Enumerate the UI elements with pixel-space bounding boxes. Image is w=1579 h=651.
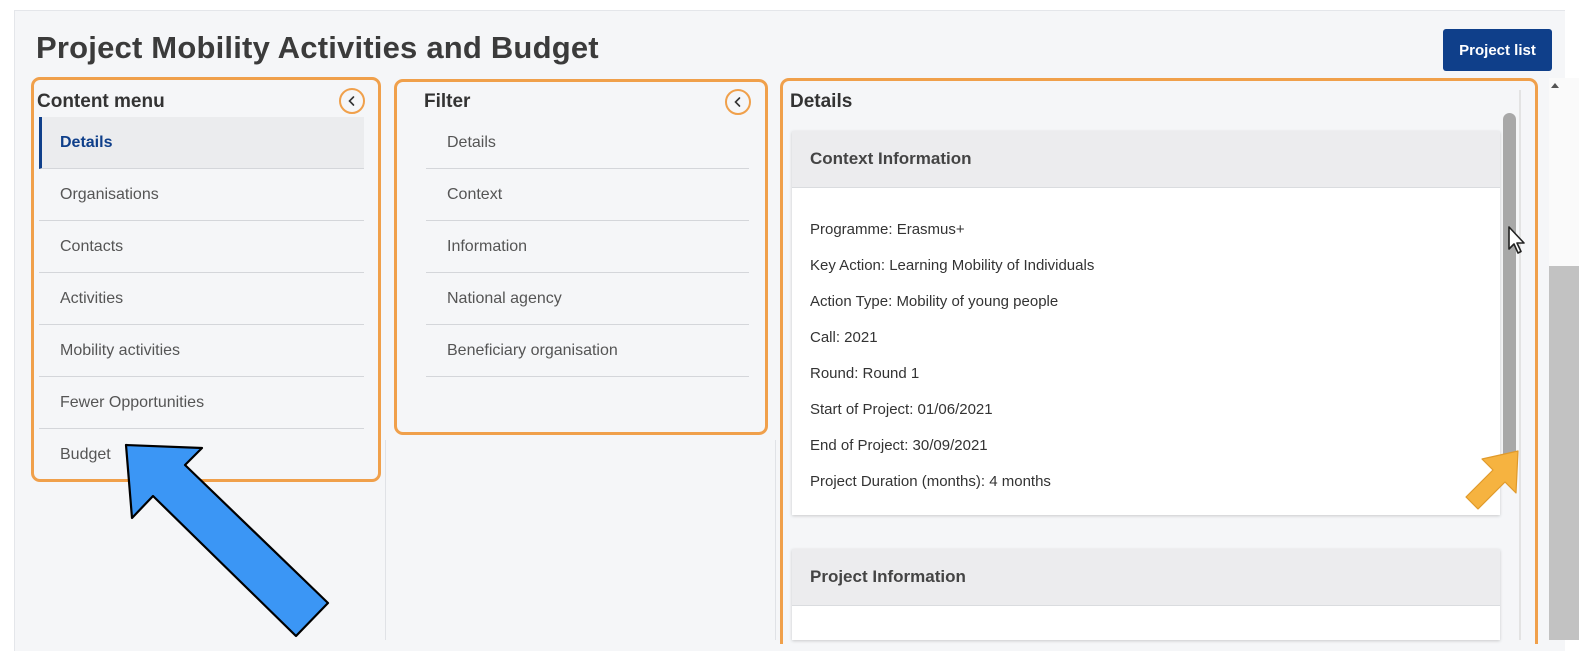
content-menu-collapse-button[interactable] [339,88,365,114]
menu-item-label: Fewer Opportunities [60,393,205,411]
info-call: Call: 2021 [810,329,878,346]
filter-collapse-button[interactable] [725,89,751,115]
info-end-of-project: End of Project: 30/09/2021 [810,437,988,454]
menu-item-label: Details [60,133,113,151]
info-programme: Programme: Erasmus+ [810,221,965,238]
info-action-type: Action Type: Mobility of young people [810,293,1059,310]
project-information-header: Project Information [792,549,1500,606]
project-information-card: Project Information [792,549,1500,640]
menu-item-label: Contacts [60,237,124,255]
column-divider [385,440,386,640]
context-information-body: Programme: Erasmus+ Key Action: Learning… [792,188,1500,500]
project-list-button[interactable]: Project list [1443,29,1552,71]
filter-item-information[interactable]: Information [426,221,749,273]
filter-item-label: National agency [447,289,562,307]
page-title: Project Mobility Activities and Budget [36,30,599,65]
details-title: Details [790,91,853,112]
menu-item-label: Mobility activities [60,341,181,359]
page-scrollbar-thumb[interactable] [1549,266,1579,640]
filter-item-beneficiary-organisation[interactable]: Beneficiary organisation [426,325,749,377]
content-menu-item-activities[interactable]: Activities [39,273,364,325]
orange-annotation-arrow-icon [1465,450,1519,510]
details-scrollbar-track[interactable] [1519,90,1521,640]
chevron-left-icon [734,97,741,107]
info-round: Round: Round 1 [810,365,920,382]
blue-annotation-arrow-icon [124,443,330,638]
content-menu-item-organisations[interactable]: Organisations [39,169,364,221]
context-information-header: Context Information [792,131,1500,188]
content-menu-item-contacts[interactable]: Contacts [39,221,364,273]
filter-item-national-agency[interactable]: National agency [426,273,749,325]
mouse-cursor-icon [1508,226,1525,254]
content-menu-item-mobility-activities[interactable]: Mobility activities [39,325,364,377]
filter-list: Details Context Information National age… [426,117,749,377]
info-project-duration: Project Duration (months): 4 months [810,473,1051,490]
info-start-of-project: Start of Project: 01/06/2021 [810,401,993,418]
info-key-action: Key Action: Learning Mobility of Individ… [810,257,1095,274]
filter-item-label: Context [447,185,503,203]
context-information-card: Context Information Programme: Erasmus+ … [792,131,1500,515]
chevron-left-icon [348,96,355,106]
scroll-up-icon[interactable] [1550,82,1560,90]
content-menu-item-details[interactable]: Details [39,117,364,169]
filter-title: Filter [424,91,471,112]
column-divider [775,440,776,640]
menu-item-label: Organisations [60,185,159,203]
filter-item-context[interactable]: Context [426,169,749,221]
menu-item-label: Activities [60,289,124,307]
filter-item-details[interactable]: Details [426,117,749,169]
details-scrollbar-thumb[interactable] [1503,113,1516,478]
filter-item-label: Beneficiary organisation [447,341,618,359]
filter-item-label: Information [447,237,528,255]
content-menu-title: Content menu [37,91,165,112]
filter-item-label: Details [447,133,496,151]
